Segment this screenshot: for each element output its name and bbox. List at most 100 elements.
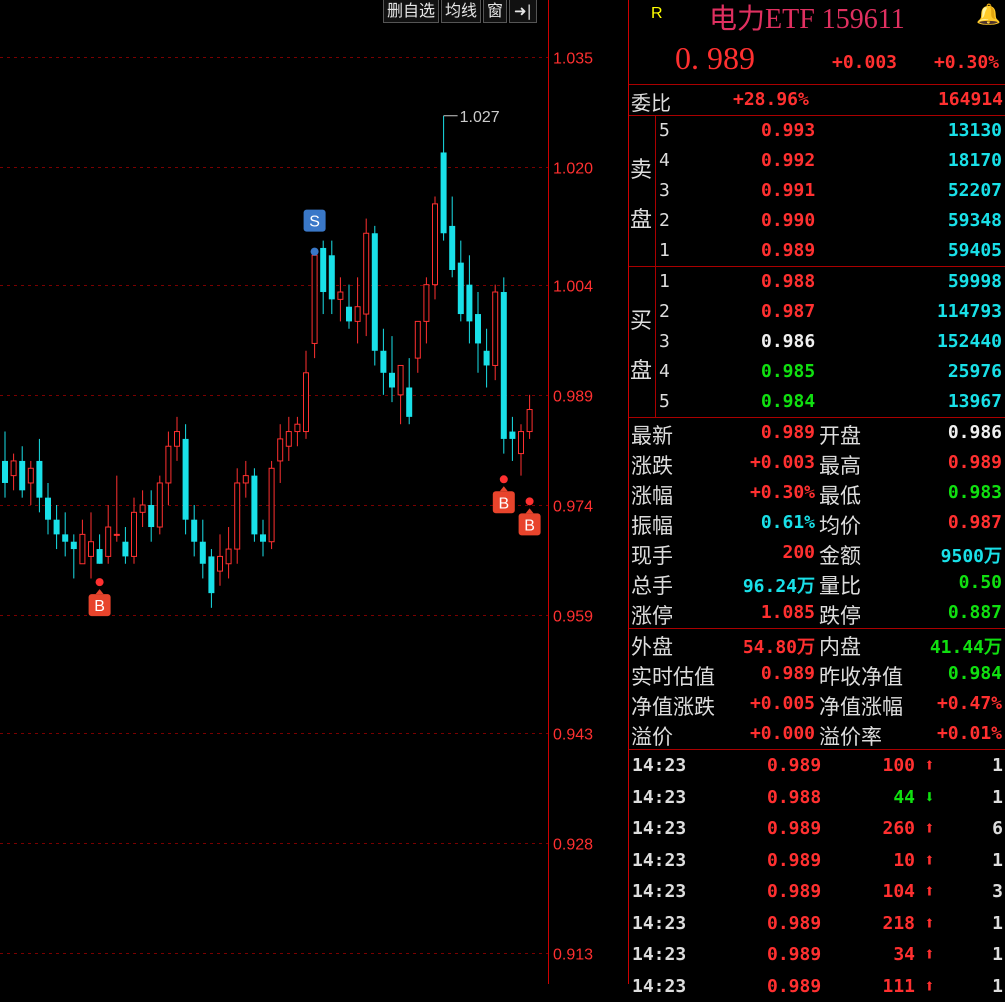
candle-body — [114, 534, 119, 535]
y-tick-label: 1.020 — [553, 161, 593, 178]
arrow-up-icon: ⬆ — [924, 850, 935, 871]
remove-watchlist-button[interactable]: 删自选 — [383, 0, 439, 23]
tick-time: 14:23 — [632, 818, 686, 839]
arrow-up-icon: ⬆ — [924, 976, 935, 997]
stat-value: +0.000 — [750, 723, 815, 744]
tick-list[interactable]: 14:230.989100⬆114:230.98844⬇114:230.9892… — [629, 750, 1005, 1002]
stat-row: 振幅0.61%均价0.987 — [629, 508, 1005, 538]
candle-body — [132, 512, 137, 556]
tick-volume: 10 — [893, 850, 915, 871]
kline-chart[interactable]: 1.0351.0201.0040.9890.9740.9590.9430.928… — [0, 0, 628, 984]
candle-body — [2, 461, 8, 483]
tick-row[interactable]: 14:230.98934⬆1 — [629, 939, 1005, 971]
bid-label-2: 盘 — [630, 353, 652, 385]
tick-time: 14:23 — [632, 881, 686, 902]
ask-book: 卖 盘 50.9931313040.9921817030.9915220720.… — [629, 116, 1005, 267]
stat-value: +0.005 — [750, 693, 815, 714]
candle-body — [509, 432, 515, 439]
tick-row[interactable]: 14:230.989260⬆6 — [629, 813, 1005, 845]
tick-price: 0.989 — [767, 881, 821, 902]
weibi-diff: 164914 — [938, 89, 1003, 110]
stat-value: 54.80万 — [743, 633, 815, 659]
quote-header: R 电力ETF 159611 🔔 — [629, 0, 1005, 30]
stat-label: 外盘 — [631, 631, 673, 661]
tick-row[interactable]: 14:230.98844⬇1 — [629, 782, 1005, 814]
price-change-pct: +0.30% — [934, 52, 999, 73]
tick-row[interactable]: 14:230.989100⬆1 — [629, 750, 1005, 782]
tick-count: 3 — [992, 881, 1003, 902]
window-button[interactable]: 窗 — [483, 0, 507, 23]
stats-block: 最新0.989开盘0.986涨跌+0.003最高0.989涨幅+0.30%最低0… — [629, 418, 1005, 629]
moving-average-button[interactable]: 均线 — [441, 0, 481, 23]
ask-row[interactable]: 40.99218170 — [657, 146, 1005, 176]
bid-row[interactable]: 30.986152440 — [657, 327, 1005, 357]
candle-body — [71, 542, 77, 549]
stat-label: 涨跌 — [631, 450, 673, 480]
stat-row: 实时估值0.989昨收净值0.984 — [629, 659, 1005, 689]
tick-price: 0.989 — [767, 755, 821, 776]
candlestick-plot[interactable]: 1.0351.0201.0040.9890.9740.9590.9430.928… — [0, 0, 628, 984]
candle-body — [36, 461, 42, 498]
candle-body — [140, 505, 145, 512]
tick-row[interactable]: 14:230.989104⬆3 — [629, 876, 1005, 908]
candle-body — [527, 410, 532, 432]
bid-book: 买 盘 10.9885999820.98711479330.9861524404… — [629, 267, 1005, 418]
bid-level: 4 — [659, 361, 670, 382]
ask-price: 0.989 — [761, 240, 815, 261]
ask-row[interactable]: 20.99059348 — [657, 206, 1005, 236]
y-tick-label: 0.913 — [553, 947, 593, 964]
candle-body — [11, 461, 16, 476]
ask-level: 1 — [659, 240, 670, 261]
bid-level: 5 — [659, 391, 670, 412]
tick-row[interactable]: 14:230.989111⬆1 — [629, 971, 1005, 1002]
ask-row[interactable]: 30.99152207 — [657, 176, 1005, 206]
candle-body — [148, 505, 154, 527]
stat-label: 现手 — [631, 540, 673, 570]
sell-point-dot — [311, 248, 319, 256]
signal-label: B — [524, 517, 535, 534]
arrow-up-icon: ⬆ — [924, 881, 935, 902]
candle-body — [183, 439, 189, 520]
stat-value: 0.887 — [948, 602, 1002, 623]
r-badge[interactable]: R — [651, 5, 663, 23]
tick-volume: 100 — [882, 755, 915, 776]
tick-row[interactable]: 14:230.98910⬆1 — [629, 845, 1005, 877]
candle-body — [166, 446, 171, 483]
bid-row[interactable]: 10.98859998 — [657, 267, 1005, 297]
bid-row[interactable]: 40.98525976 — [657, 357, 1005, 387]
stat-row: 净值涨跌+0.005净值涨幅+0.47% — [629, 689, 1005, 719]
tick-row[interactable]: 14:230.989218⬆1 — [629, 908, 1005, 940]
candle-body — [260, 534, 266, 541]
stat-label: 开盘 — [819, 420, 861, 450]
stat-row: 涨停1.085跌停0.887 — [629, 598, 1005, 628]
buy-point-dot — [96, 578, 104, 586]
y-tick-label: 0.943 — [553, 727, 593, 744]
stat-value: 0.987 — [948, 512, 1002, 533]
signal-label: B — [94, 598, 105, 615]
arrow-up-icon: ⬆ — [924, 913, 935, 934]
tick-price: 0.989 — [767, 913, 821, 934]
candle-body — [364, 233, 369, 314]
ask-row[interactable]: 50.99313130 — [657, 116, 1005, 146]
ask-row[interactable]: 10.98959405 — [657, 236, 1005, 266]
collapse-panel-icon[interactable]: ➜| — [509, 0, 537, 23]
stat-value: 0.989 — [948, 452, 1002, 473]
bid-row[interactable]: 20.987114793 — [657, 297, 1005, 327]
stat-value: +0.47% — [937, 693, 1002, 714]
tick-volume: 44 — [893, 787, 915, 808]
bell-icon[interactable]: 🔔 — [976, 2, 1001, 26]
y-tick-label: 0.989 — [553, 389, 593, 406]
stat-label: 实时估值 — [631, 661, 715, 691]
candle-body — [493, 292, 498, 365]
bid-row[interactable]: 50.98413967 — [657, 387, 1005, 417]
signal-label: S — [309, 214, 320, 231]
ask-level: 2 — [659, 210, 670, 231]
candle-body — [89, 542, 94, 557]
ask-volume: 59348 — [948, 210, 1002, 231]
arrow-down-icon: ⬇ — [924, 787, 935, 808]
bid-volume: 152440 — [937, 331, 1002, 352]
candle-body — [389, 373, 395, 388]
y-tick-label: 1.035 — [553, 51, 593, 68]
candle-body — [97, 549, 103, 564]
fund-stats-block: 外盘54.80万内盘41.44万实时估值0.989昨收净值0.984净值涨跌+0… — [629, 629, 1005, 750]
